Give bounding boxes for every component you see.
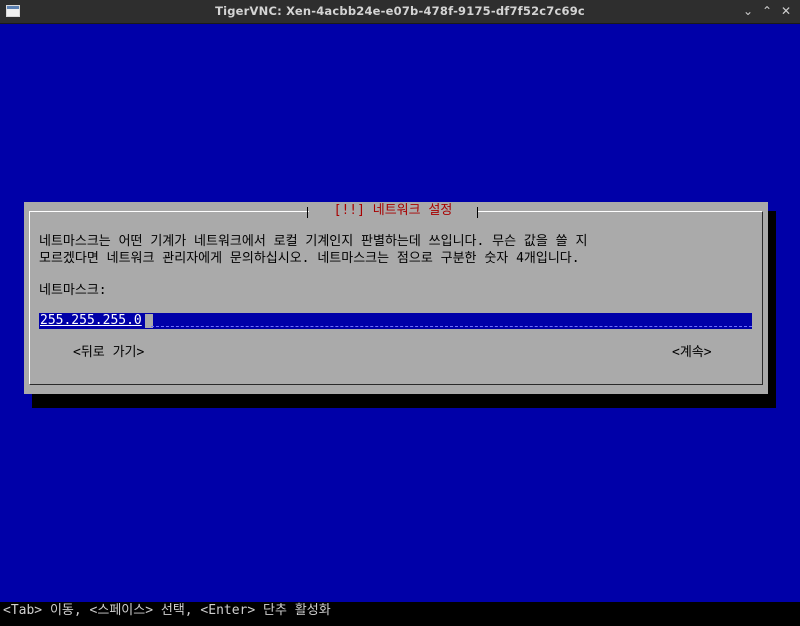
status-bar: <Tab> 이동, <스페이스> 선택, <Enter> 단추 활성화	[0, 602, 800, 626]
chevron-down-icon[interactable]: ⌄	[739, 2, 757, 20]
netmask-value[interactable]: 255.255.255.0	[40, 313, 142, 329]
close-icon[interactable]: ✕	[777, 2, 795, 20]
title-bracket-right	[477, 207, 478, 218]
netmask-label: 네트마스크:	[39, 283, 107, 298]
network-config-dialog: [!!] 네트워크 설정 네트마스크는 어떤 기계가 네트워크에서 로컬 기계인…	[24, 202, 768, 394]
title-bracket-left	[307, 207, 308, 218]
netmask-input[interactable]: 255.255.255.0	[39, 313, 752, 329]
dialog-title: [!!] 네트워크 설정	[309, 202, 477, 220]
keyboard-hint: <Tab> 이동, <스페이스> 선택, <Enter> 단추 활성화	[3, 603, 331, 618]
description-line-1: 네트마스크는 어떤 기계가 네트워크에서 로컬 기계인지 판별하는데 쓰입니다.…	[39, 234, 588, 249]
input-underline	[151, 325, 752, 327]
window-title: TigerVNC: Xen-4acbb24e-e07b-478f-9175-df…	[215, 4, 585, 18]
back-button[interactable]: <뒤로 가기>	[73, 344, 144, 362]
chevron-up-icon[interactable]: ⌃	[758, 2, 776, 20]
window-titlebar: TigerVNC: Xen-4acbb24e-e07b-478f-9175-df…	[0, 0, 800, 24]
continue-button[interactable]: <계속>	[672, 344, 712, 362]
description-line-2: 모르겠다면 네트워크 관리자에게 문의하십시오. 네트마스크는 점으로 구분한 …	[39, 251, 580, 266]
